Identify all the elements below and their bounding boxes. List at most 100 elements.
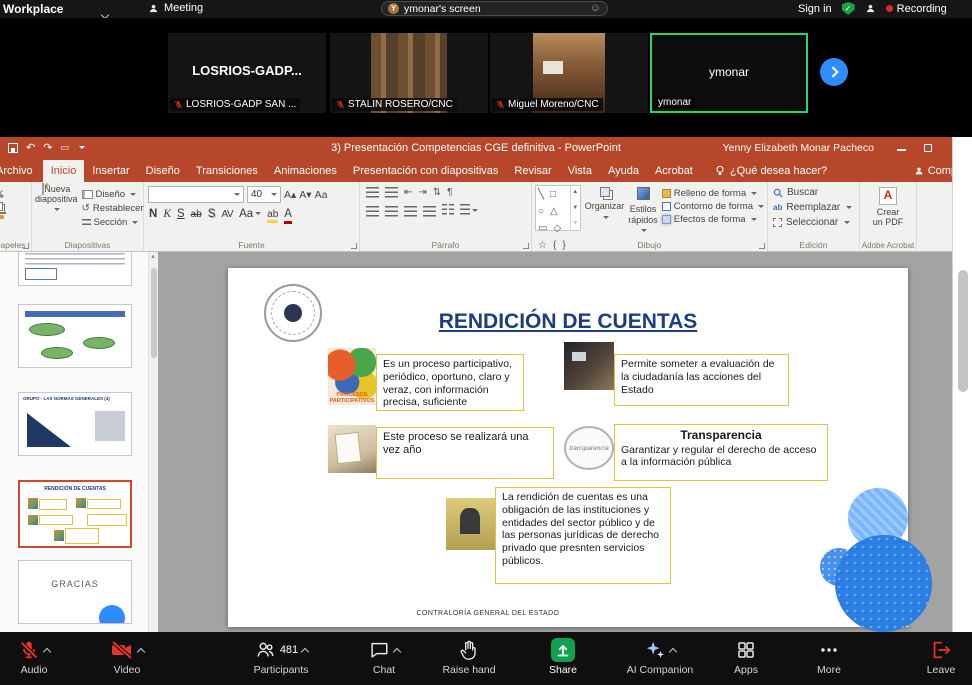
minimize-icon[interactable] [897,149,906,151]
shape-rect-icon[interactable]: □ [550,187,556,202]
dialog-launcher-icon[interactable] [351,243,357,249]
line-spacing-icon[interactable]: ⇅ [433,187,441,198]
decrease-font-icon[interactable]: A▾ [299,189,311,201]
align-right-icon[interactable] [404,206,417,217]
tell-me-search[interactable]: ¿Qué desea hacer? [715,160,827,182]
raise-hand-control[interactable]: Raise hand [421,637,517,676]
dialog-launcher-icon[interactable] [23,243,29,249]
text-shadow-button[interactable]: S [208,208,216,220]
video-tile[interactable]: STALIN ROSERO/CNC [330,33,488,113]
dialog-launcher-icon[interactable] [759,243,765,249]
shape-effects-button[interactable]: Efectos de forma [662,214,764,225]
leave-control[interactable]: Leave [893,637,972,676]
tab-vista[interactable]: Vista [560,160,600,182]
underline-button[interactable]: S [177,208,185,220]
redo-icon[interactable]: ↷ [43,141,52,154]
reactions-icon[interactable]: ☺ [590,3,601,14]
participants-chevron-icon[interactable] [301,647,309,655]
change-case-button[interactable]: Aa [239,208,261,220]
shapes-gallery[interactable]: ╲ □ ○ △ ▭ ◇ ☆ { } ← ↔ ▲▼▿ [535,185,581,231]
participants-control[interactable]: 481 Participants [233,637,329,676]
slide-text-box-5[interactable]: La rendición de cuentas es una obligació… [495,487,671,584]
ppt-title-bar[interactable]: ↶ ↷ ▭ 3) Presentación Competencias CGE d… [0,137,952,160]
slide-text-box-4[interactable]: Transparencia Garantizar y regular el de… [614,424,828,481]
bold-button[interactable]: N [149,208,157,220]
tab-diseno[interactable]: Diseño [138,160,188,182]
increase-font-icon[interactable]: A▴ [284,189,296,201]
video-control[interactable]: Video [79,637,175,676]
restore-icon[interactable] [924,144,932,152]
find-button[interactable]: Buscar [771,185,856,200]
shape-circle-icon[interactable]: ○ [538,204,544,219]
slide-text-box-3[interactable]: Este proceso se realizará una vez año [376,427,554,479]
tab-presentacion[interactable]: Presentación con diapositivas [345,160,507,182]
share-screen-control[interactable]: Share [515,637,611,676]
scroll-up-icon[interactable]: ▲ [150,254,156,260]
font-size-combo[interactable]: 40 [247,186,281,203]
shape-triangle-icon[interactable]: △ [550,204,558,219]
replace-button[interactable]: ab Reemplazar [771,200,856,215]
decrease-indent-icon[interactable]: ⇤ [404,187,412,198]
video-tile[interactable]: LOSRIOS-GADP... LOSRIOS-GADP SAN ... [168,33,326,113]
arrange-button[interactable]: Organizar [585,185,625,238]
newspaper-reader-image[interactable] [446,498,495,550]
strikethrough-button[interactable]: ab [191,209,202,220]
gallery-scroll[interactable]: ▲▼▿ [570,186,580,230]
bullets-icon[interactable] [366,187,379,198]
layout-button[interactable]: Diseño [82,189,144,200]
slideshow-icon[interactable]: ▭ [60,142,69,153]
convert-smartart-icon[interactable] [460,202,478,220]
new-slide-button[interactable]: Nueva diapositiva [35,185,78,238]
select-button[interactable]: Seleccionar [771,215,856,230]
thumbnail-scrollbar[interactable]: ▲ [148,252,158,632]
format-painter-icon[interactable] [0,215,4,219]
ai-companion-control[interactable]: AI Companion [612,637,708,676]
tab-archivo[interactable]: Archivo [0,160,43,182]
slide-thumbnail-2[interactable] [18,304,132,368]
align-center-icon[interactable] [385,206,398,217]
clear-format-icon[interactable]: Aa [315,189,328,201]
document-image[interactable] [328,425,376,473]
highlight-color-button[interactable]: ab [267,210,278,223]
security-shield-icon[interactable]: ✓ [842,2,855,15]
tab-ayuda[interactable]: Ayuda [600,160,647,182]
tab-transiciones[interactable]: Transiciones [188,160,266,182]
slide-thumbnail-4-selected[interactable]: RENDICIÓN DE CUENTAS [18,480,132,548]
align-left-icon[interactable] [366,206,379,217]
slide-text-box-2[interactable]: Permite someter a evaluación de la ciuda… [614,354,789,406]
account-name[interactable]: Yenny Elizabeth Monar Pacheco [723,142,874,154]
chat-control[interactable]: Chat [336,637,432,676]
create-pdf-button[interactable]: A Crear un PDF [863,187,913,228]
slide-editing-area[interactable]: RENDICIÓN DE CUENTAS PROCESOS PARTICIPAT… [158,252,952,632]
shared-screen-pill[interactable]: Y ymonar's screen ☺ [381,1,608,16]
slide-thumbnail-1[interactable] [18,252,132,286]
slide-text-box-1[interactable]: Es un proceso participativo, periódico, … [376,354,524,411]
tab-insertar[interactable]: Insertar [84,160,137,182]
tab-revisar[interactable]: Revisar [506,160,559,182]
tab-inicio[interactable]: Inicio [43,160,85,182]
apps-control[interactable]: Apps [698,637,794,676]
section-button[interactable]: Sección [82,217,144,228]
chat-chevron-icon[interactable] [393,647,401,655]
video-tile[interactable]: Miguel Moreno/CNC [490,33,648,113]
participatory-process-image[interactable]: PROCESOS PARTICIPATIVOS [328,348,376,405]
font-name-combo[interactable] [148,186,244,203]
meeting-tab[interactable]: Meeting [148,2,203,14]
justify-icon[interactable] [423,206,436,217]
slide-thumbnail-3[interactable]: GRUPO - LAS NORMAS GENERALES (4) [18,392,132,456]
tab-animaciones[interactable]: Animaciones [266,160,345,182]
slide-thumbnail-5[interactable]: GRACIAS [18,560,132,624]
dialog-launcher-icon[interactable] [523,243,529,249]
quick-styles-button[interactable]: Estilos rápidos [628,185,658,238]
more-control[interactable]: More [781,637,877,676]
audio-options-chevron-icon[interactable] [43,647,51,655]
shape-diamond-icon[interactable]: ◇ [553,221,561,236]
font-color-button[interactable]: A [284,209,292,224]
shape-rounded-rect-icon[interactable]: ▭ [538,221,547,236]
cut-icon[interactable] [0,189,4,198]
character-spacing-button[interactable]: AV [221,209,233,220]
vertical-scrollbar-thumb[interactable] [958,270,968,392]
slide-title[interactable]: RENDICIÓN DE CUENTAS [228,310,908,334]
current-slide[interactable]: RENDICIÓN DE CUENTAS PROCESOS PARTICIPAT… [228,268,908,627]
video-options-chevron-icon[interactable] [137,647,145,655]
